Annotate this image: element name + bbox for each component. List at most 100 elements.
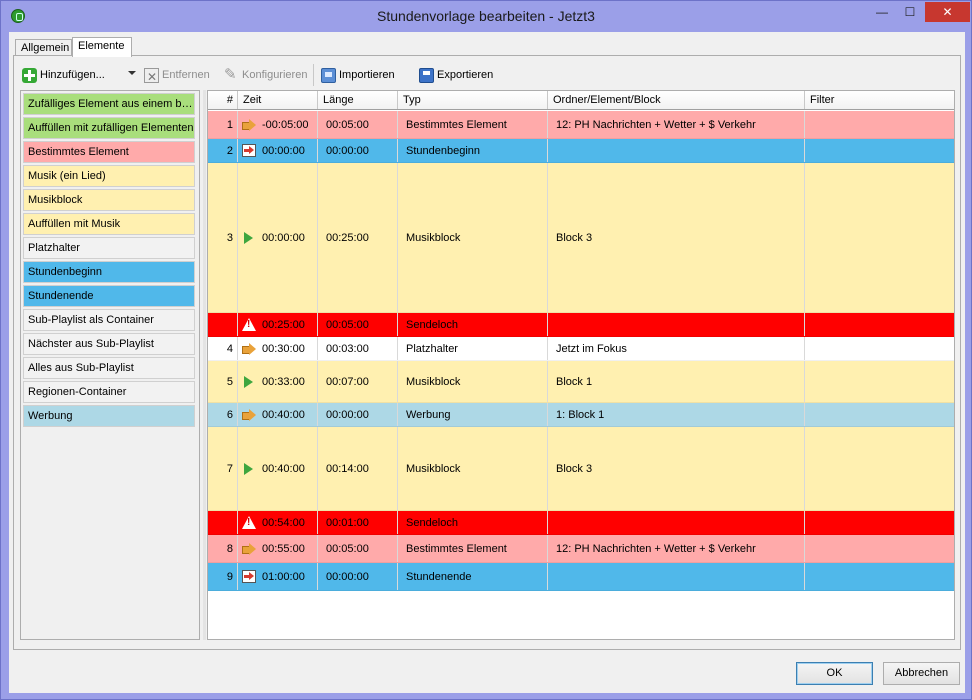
- hour-end-icon: [242, 570, 256, 583]
- plus-icon: [22, 67, 37, 83]
- row-number: 9: [226, 570, 233, 583]
- cell-folder: Block 3: [548, 427, 805, 510]
- row-folder: Jetzt im Fokus: [556, 342, 627, 355]
- dialog-window: Stundenvorlage bearbeiten - Jetzt3 — ☐ ✕…: [0, 0, 972, 700]
- row-length: 00:07:00: [326, 375, 369, 388]
- row-folder: Block 1: [556, 375, 593, 388]
- cell-time: -00:05:00: [238, 111, 318, 138]
- pencil-icon: [224, 64, 239, 86]
- row-number: 3: [226, 231, 233, 244]
- palette-item[interactable]: Stundenbeginn: [23, 261, 195, 283]
- cell-time: 00:33:00: [238, 361, 318, 402]
- row-length: 00:01:00: [326, 516, 369, 529]
- cell-number: [208, 511, 238, 534]
- palette-item[interactable]: Platzhalter: [23, 237, 195, 259]
- table-row[interactable]: 00:25:00 00:05:00 Sendeloch: [208, 313, 954, 337]
- schedule-grid: # Zeit Länge Typ Ordner/Element/Block Fi…: [207, 90, 955, 640]
- maximize-button[interactable]: ☐: [897, 2, 923, 22]
- row-number: 1: [226, 118, 233, 131]
- cell-number: 8: [208, 535, 238, 562]
- row-folder: Block 3: [556, 231, 593, 244]
- cell-time: 00:00:00: [238, 163, 318, 312]
- cell-number: 3: [208, 163, 238, 312]
- cell-type: Bestimmtes Element: [398, 535, 548, 562]
- row-type: Werbung: [406, 408, 451, 421]
- import-button[interactable]: Importieren: [321, 64, 395, 86]
- add-button[interactable]: Hinzufügen...: [22, 64, 105, 86]
- save-export-icon: [419, 67, 434, 83]
- close-button[interactable]: ✕: [925, 2, 970, 22]
- table-row[interactable]: 8 00:55:00 00:05:00 Bestimmtes Element 12: P…: [208, 535, 954, 563]
- col-header-type[interactable]: Typ: [398, 91, 548, 109]
- table-row[interactable]: 4 00:30:00 00:03:00 Platzhalter Jetzt im Fok…: [208, 337, 954, 361]
- palette-item[interactable]: Nächster aus Sub-Playlist: [23, 333, 195, 355]
- palette-item[interactable]: Bestimmtes Element: [23, 141, 195, 163]
- palette-item[interactable]: Regionen-Container: [23, 381, 195, 403]
- configure-button[interactable]: Konfigurieren: [224, 64, 307, 86]
- remove-label: Entfernen: [162, 69, 210, 81]
- ok-button[interactable]: OK: [796, 662, 873, 685]
- table-row[interactable]: 2 00:00:00 00:00:00 Stundenbeginn: [208, 139, 954, 163]
- cell-length: 00:00:00: [318, 563, 398, 590]
- cell-number: 5: [208, 361, 238, 402]
- table-row[interactable]: 3 00:00:00 00:25:00 Musikblock Block 3: [208, 163, 954, 313]
- splitter[interactable]: [203, 90, 206, 640]
- remove-button[interactable]: Entfernen: [144, 64, 210, 88]
- palette-item[interactable]: Stundenende: [23, 285, 195, 307]
- palette-item[interactable]: Auffüllen mit zufälligen Elementen: [23, 117, 195, 139]
- cancel-button[interactable]: Abbrechen: [883, 662, 960, 685]
- palette-item[interactable]: Zufälliges Element aus einem bestimmten …: [23, 93, 195, 115]
- cell-length: 00:05:00: [318, 111, 398, 138]
- col-header-filter[interactable]: Filter: [805, 91, 954, 109]
- import-icon: [321, 67, 336, 83]
- table-row[interactable]: 1 -00:05:00 00:05:00 Bestimmtes Element 12: …: [208, 111, 954, 139]
- export-button[interactable]: Exportieren: [419, 64, 493, 86]
- table-row[interactable]: 5 00:33:00 00:07:00 Musikblock Block 1: [208, 361, 954, 403]
- cell-filter: [805, 535, 954, 562]
- cell-time: 00:54:00: [238, 511, 318, 534]
- palette-item[interactable]: Musik (ein Lied): [23, 165, 195, 187]
- palette-item[interactable]: Alles aus Sub-Playlist: [23, 357, 195, 379]
- dialog-client-area: Allgemein Elemente Hinzufügen... Entfern…: [9, 32, 965, 693]
- minimize-button[interactable]: —: [869, 2, 895, 22]
- cell-time: 00:55:00: [238, 535, 318, 562]
- row-number: 5: [226, 375, 233, 388]
- warning-icon: [242, 516, 256, 529]
- row-time: 00:30:00: [262, 342, 305, 355]
- col-header-length[interactable]: Länge: [318, 91, 398, 109]
- table-row[interactable]: 7 00:40:00 00:14:00 Musikblock Block 3: [208, 427, 954, 511]
- palette-item[interactable]: Musikblock: [23, 189, 195, 211]
- cell-length: 00:07:00: [318, 361, 398, 402]
- cell-time: 00:40:00: [238, 403, 318, 426]
- table-row[interactable]: 9 01:00:00 00:00:00 Stundenende: [208, 563, 954, 591]
- palette-item[interactable]: Auffüllen mit Musik: [23, 213, 195, 235]
- row-type: Stundenende: [406, 570, 472, 583]
- cell-length: 00:01:00: [318, 511, 398, 534]
- remove-icon: [144, 66, 159, 88]
- row-time: 00:00:00: [262, 144, 305, 157]
- row-length: 00:00:00: [326, 408, 369, 421]
- palette-item[interactable]: Werbung: [23, 405, 195, 427]
- row-number: 2: [226, 144, 233, 157]
- table-row[interactable]: 6 00:40:00 00:00:00 Werbung 1: Block 1: [208, 403, 954, 427]
- cell-number: 1: [208, 111, 238, 138]
- palette-item[interactable]: Sub-Playlist als Container: [23, 309, 195, 331]
- row-length: 00:00:00: [326, 570, 369, 583]
- tab-elemente[interactable]: Elemente: [72, 37, 132, 57]
- row-folder: Block 3: [556, 462, 593, 475]
- table-row[interactable]: 00:54:00 00:01:00 Sendeloch: [208, 511, 954, 535]
- col-header-time[interactable]: Zeit: [238, 91, 318, 109]
- row-type: Sendeloch: [406, 516, 458, 529]
- cell-time: 01:00:00: [238, 563, 318, 590]
- cell-filter: [805, 361, 954, 402]
- col-header-number[interactable]: #: [208, 91, 238, 109]
- cell-type: Musikblock: [398, 361, 548, 402]
- import-label: Importieren: [339, 69, 395, 81]
- add-dropdown-arrow-icon[interactable]: [128, 71, 136, 75]
- elements-tab-panel: Hinzufügen... Entfernen Konfigurieren Im…: [13, 55, 961, 650]
- cell-number: 6: [208, 403, 238, 426]
- col-header-folder[interactable]: Ordner/Element/Block: [548, 91, 805, 109]
- music-block-icon: [242, 375, 256, 388]
- title-bar: Stundenvorlage bearbeiten - Jetzt3 — ☐ ✕: [1, 1, 971, 32]
- row-number: 8: [226, 542, 233, 555]
